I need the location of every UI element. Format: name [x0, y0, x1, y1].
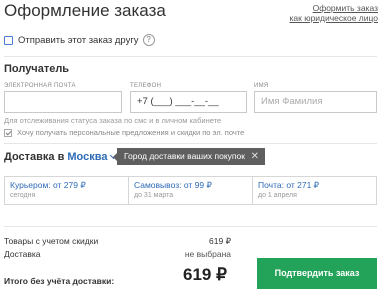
delivery-option-courier[interactable]: Курьером: от 279 ₽ сегодня: [5, 177, 128, 204]
help-icon[interactable]: ?: [142, 34, 155, 46]
delivery-options: Курьером: от 279 ₽ сегодня Самовывоз: от…: [4, 176, 377, 205]
option-title[interactable]: Курьером: от 279 ₽: [10, 180, 123, 191]
email-field[interactable]: [4, 91, 122, 113]
total-label: Итого без учёта доставки:: [4, 276, 115, 286]
delivery-title-row: Доставка в Москва: [4, 151, 118, 163]
delivery-option-post[interactable]: Почта: от 271 ₽ до 1 апреля: [252, 177, 376, 204]
option-date: до 31 марта: [134, 192, 174, 199]
delivery-cost-value: не выбрана: [184, 249, 231, 259]
option-title[interactable]: Почта: от 271 ₽: [258, 180, 371, 191]
gift-order-row[interactable]: Отправить этот заказ другу ?: [4, 34, 155, 46]
delivery-option-pickup[interactable]: Самовывоз: от 99 ₽ до 31 марта: [128, 177, 252, 204]
promo-label[interactable]: Хочу получать персональные предложения и…: [17, 128, 244, 137]
delivery-cost-row: Доставка не выбрана: [4, 249, 231, 259]
delivery-city-select[interactable]: Москва: [67, 151, 107, 163]
option-date: до 1 апреля: [258, 192, 297, 199]
corporate-link-line-2[interactable]: как юридическое лицо: [289, 13, 378, 23]
option-date: сегодня: [10, 192, 36, 199]
option-title[interactable]: Самовывоз: от 99 ₽: [134, 180, 247, 191]
page-title: Оформление заказа: [4, 1, 166, 20]
tooltip-text: Город доставки ваших покупок: [124, 151, 245, 161]
name-field[interactable]: Имя Фамилия: [254, 91, 377, 113]
gift-checkbox[interactable]: [4, 35, 13, 45]
phone-label: телефон: [130, 83, 162, 89]
goods-total-row: Товары с учетом скидки 619 ₽: [4, 236, 231, 247]
goods-value: 619 ₽: [209, 236, 231, 246]
email-label: электронная почта: [4, 83, 76, 89]
divider: [4, 56, 377, 57]
goods-label: Товары с учетом скидки: [4, 236, 99, 246]
name-label: имя: [254, 83, 269, 89]
confirm-order-button[interactable]: Подтвердить заказ: [257, 258, 377, 289]
close-icon[interactable]: ✕: [251, 148, 259, 165]
delivery-cost-label: Доставка: [4, 249, 41, 259]
corporate-order-link[interactable]: Оформить заказ как юридическое лицо: [289, 3, 378, 23]
divider: [4, 226, 377, 227]
gift-label[interactable]: Отправить этот заказ другу: [18, 35, 139, 46]
city-tooltip: Город доставки ваших покупок ✕: [113, 148, 265, 165]
recipient-title: Получатель: [4, 63, 70, 75]
recipient-note: Для отслеживания статуса заказа по смс и…: [4, 116, 222, 125]
promo-row[interactable]: Хочу получать персональные предложения и…: [4, 128, 244, 137]
corporate-link-line-1[interactable]: Оформить заказ: [289, 3, 378, 13]
divider: [4, 143, 377, 144]
total-value: 619 ₽: [183, 265, 227, 284]
delivery-title: Доставка в: [4, 151, 65, 163]
phone-field[interactable]: +7 (___) ___-__-__: [130, 91, 247, 113]
promo-checkbox[interactable]: [4, 128, 12, 137]
